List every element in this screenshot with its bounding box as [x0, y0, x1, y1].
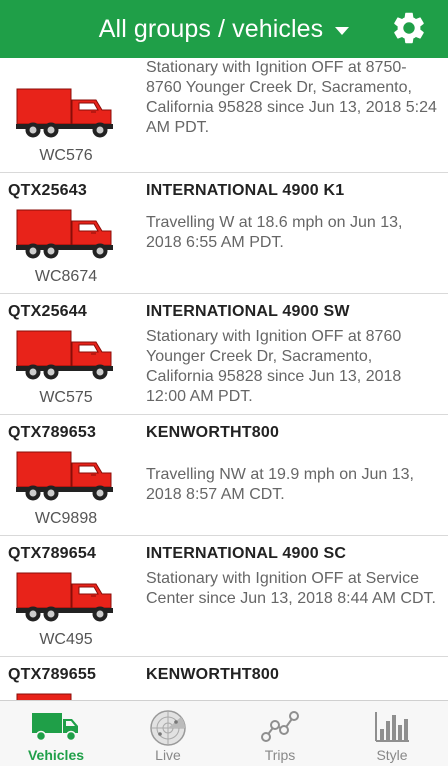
- tab-style[interactable]: Style: [336, 701, 448, 766]
- trips-icon: [261, 711, 299, 742]
- caret-down-icon: [335, 26, 350, 35]
- tab-label: Style: [376, 747, 408, 763]
- radar-icon: [150, 710, 186, 746]
- vehicle-row[interactable]: QTX789654 INTERNATIONAL 4900 SC Stationa…: [0, 536, 448, 657]
- vehicle-status: Stationary with Ignition OFF at 8750-876…: [146, 59, 437, 136]
- truck-icon: [16, 572, 113, 622]
- vehicle-name: KENWORTHT800: [146, 666, 280, 683]
- tab-vehicles[interactable]: Vehicles: [0, 701, 112, 766]
- vehicle-plate: QTX789654: [8, 545, 97, 562]
- vehicle-name: KENWORTHT800: [146, 424, 280, 441]
- truck-icon: [16, 330, 113, 380]
- vehicle-plate: QTX25644: [8, 303, 87, 320]
- vehicle-unit: WC8674: [34, 268, 98, 285]
- vehicle-status: Travelling NW at 19.9 mph on Jun 13, 201…: [146, 466, 414, 503]
- vehicle-status: Stationary with Ignition OFF at 8760 You…: [146, 328, 402, 405]
- bar-chart-icon: [375, 712, 409, 742]
- vehicle-row[interactable]: QTX789653 KENWORTHT800 Travelling NW at …: [0, 415, 448, 536]
- vehicle-unit: WC495: [39, 631, 93, 648]
- truck-icon: [16, 88, 113, 138]
- vehicle-name: INTERNATIONAL 4900 K1: [146, 182, 345, 199]
- truck-icon: [16, 451, 113, 501]
- truck-icon: [16, 209, 113, 259]
- tab-trips[interactable]: Trips: [224, 701, 336, 766]
- header-title: All groups / vehicles: [98, 14, 324, 43]
- vehicle-row[interactable]: QTX25643 INTERNATIONAL 4900 K1 Travellin…: [0, 173, 448, 294]
- vehicle-plate: QTX789655: [8, 666, 97, 683]
- vehicle-unit: WC9898: [34, 510, 98, 527]
- vehicle-row[interactable]: Stationary with Ignition OFF at 8750-876…: [0, 58, 448, 173]
- truck-icon: [32, 713, 78, 742]
- vehicle-unit: WC575: [39, 389, 93, 406]
- vehicle-name: INTERNATIONAL 4900 SW: [146, 303, 350, 320]
- vehicle-unit: WC576: [39, 147, 93, 164]
- tab-label: Live: [155, 747, 181, 763]
- vehicle-plate: QTX789653: [8, 424, 97, 441]
- tab-live[interactable]: Live: [112, 701, 224, 766]
- vehicle-name: INTERNATIONAL 4900 SC: [146, 545, 347, 562]
- app-header: All groups / vehicles: [0, 0, 448, 58]
- vehicle-status: Stationary with Ignition OFF at Service …: [146, 570, 436, 607]
- vehicle-row[interactable]: QTX789655 KENWORTHT800 Travelling S at 1…: [0, 657, 448, 700]
- tab-bar: Vehicles Live Trips Style: [0, 700, 448, 766]
- vehicle-list[interactable]: Stationary with Ignition OFF at 8750-876…: [0, 58, 448, 700]
- tab-label: Trips: [264, 747, 296, 763]
- group-selector[interactable]: All groups / vehicles: [0, 0, 448, 58]
- vehicle-row[interactable]: QTX25644 INTERNATIONAL 4900 SW Stationar…: [0, 294, 448, 415]
- gear-icon[interactable]: [390, 9, 428, 47]
- truck-icon: [16, 693, 72, 700]
- vehicle-status: Travelling W at 18.6 mph on Jun 13, 2018…: [146, 214, 403, 251]
- vehicle-plate: QTX25643: [8, 182, 87, 199]
- tab-label: Vehicles: [27, 747, 85, 763]
